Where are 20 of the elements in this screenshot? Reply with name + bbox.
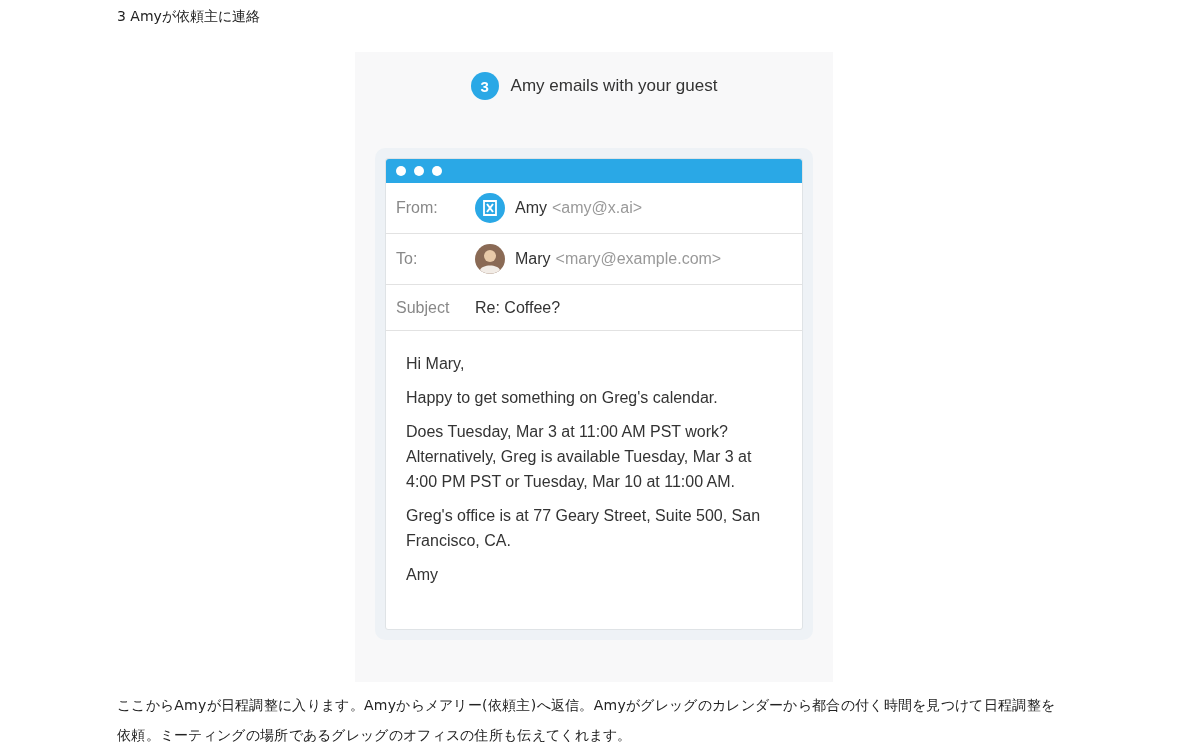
header-label: Subject: [396, 298, 451, 317]
section-heading: 3 Amyが依頼主に連絡: [117, 7, 261, 26]
header-value: Re: Coffee?: [475, 298, 561, 317]
figure-title: Amy emails with your guest: [510, 76, 718, 96]
email-body-text: Happy to get something on Greg's calendar.: [406, 388, 719, 408]
header-value: Amy: [515, 199, 547, 217]
avatar-silhouette-icon: [475, 244, 505, 274]
header-label: From:: [396, 199, 439, 217]
email-address: <mary@example.com>: [555, 250, 722, 268]
email-body-text: Greg's office is at 77 Geary Street, Suite 500, San Francisco, CA.: [406, 506, 762, 551]
email-address: <amy@x.ai>: [552, 199, 643, 217]
email-body-text: Hi Mary,: [406, 354, 466, 374]
step-number-badge: 3: [470, 72, 499, 100]
window-dots-icon: [396, 166, 442, 176]
email-body-text: Does Tuesday, Mar 3 at 11:00 AM PST work? Alternatively, Greg is available Tuesday, Mar 3 at 4:00 PM PST or Tuesday, Mar 10 at 11:00 AM.: [406, 422, 753, 492]
email-body-text: Amy: [406, 565, 439, 585]
header-value: Mary: [515, 250, 551, 268]
description-paragraph: ここからAmyが日程調整に入ります。Amyからメアリー(依頼主)へ返信。Amyがグレッグのカレンダーから都合の付く時間を見つけて日程調整を依頼。ミーティングの場所であるグレッグのオフィスの住所も伝えてくれます。: [117, 696, 1057, 742]
app-logo-icon: [475, 193, 505, 223]
header-label: To:: [396, 250, 419, 268]
